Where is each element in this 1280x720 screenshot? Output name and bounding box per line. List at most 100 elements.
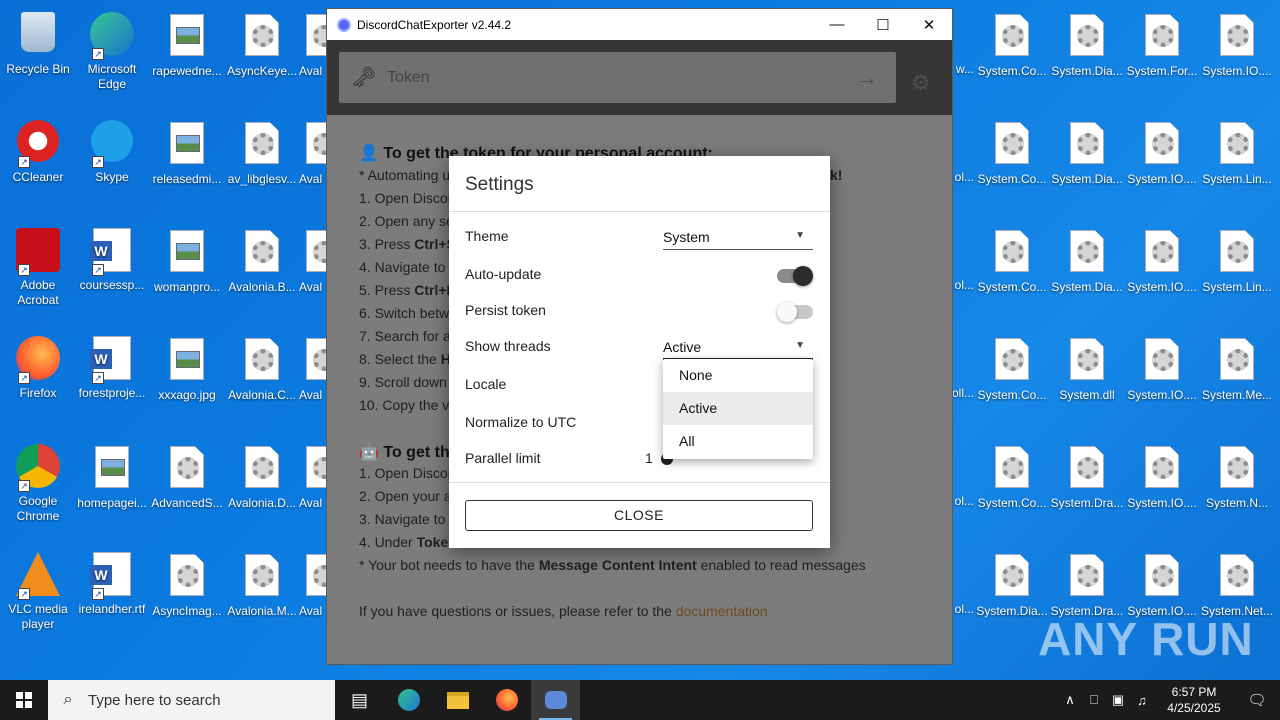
desktop-icon[interactable]: Aval — [299, 116, 327, 187]
desktop-icon[interactable]: System.IO.... — [1124, 440, 1200, 511]
maximize-button[interactable]: ☐ — [860, 9, 906, 40]
toggle-knob — [777, 302, 797, 322]
persist-token-toggle[interactable] — [777, 302, 813, 322]
desktop-icon[interactable]: System.Dia... — [974, 548, 1050, 619]
desktop-icon[interactable]: System.IO.... — [1199, 8, 1275, 79]
task-view-icon[interactable]: ▤ — [335, 680, 384, 720]
start-button[interactable] — [0, 680, 48, 720]
system-file-icon — [1213, 230, 1261, 278]
desktop-icon[interactable]: System.IO.... — [1124, 224, 1200, 295]
desktop-icon[interactable]: ↗ Microsoft Edge — [74, 8, 150, 92]
desktop-icon[interactable]: ↗ Skype — [74, 116, 150, 185]
desktop-icon[interactable]: System.Net... — [1199, 548, 1275, 619]
desktop-icon[interactable]: ↗ VLC media player — [0, 548, 76, 632]
show-threads-select[interactable]: Active ▼ — [663, 334, 813, 360]
desktop-icon[interactable]: rapewedne... — [149, 8, 225, 79]
close-window-button[interactable]: ✕ — [906, 9, 952, 40]
desktop-icon[interactable]: ol... — [952, 440, 974, 509]
desktop-icon[interactable]: System.Lin... — [1199, 224, 1275, 295]
desktop-icon[interactable]: System.Dra... — [1049, 548, 1125, 619]
desktop-icon[interactable]: Aval — [299, 440, 327, 511]
desktop-icon[interactable]: W ↗ irelandher.rtf — [74, 548, 150, 617]
desktop-icon[interactable]: System.IO.... — [1124, 116, 1200, 187]
desktop-icon[interactable]: System.Lin... — [1199, 116, 1275, 187]
desktop-icon[interactable]: w... — [952, 8, 974, 77]
desktop-icon-label: Aval — [299, 280, 323, 294]
desktop-icon[interactable]: System.Co... — [974, 440, 1050, 511]
desktop-icon[interactable]: System.Me... — [1199, 332, 1275, 403]
gear-icon[interactable]: ⚙ — [911, 70, 931, 96]
volume-icon[interactable]: ♫ — [1130, 693, 1154, 708]
desktop-icon[interactable]: System.Dia... — [1049, 224, 1125, 295]
desktop-icon[interactable]: womanpro... — [149, 224, 225, 295]
desktop-icon[interactable]: System.Co... — [974, 8, 1050, 79]
desktop-icon[interactable]: System.N... — [1199, 440, 1275, 511]
desktop-icon[interactable]: ↗ Google Chrome — [0, 440, 76, 524]
desktop-icon[interactable]: System.Dia... — [1049, 116, 1125, 187]
clock[interactable]: 6:57 PM 4/25/2025 — [1154, 684, 1234, 716]
desktop-icon[interactable]: releasedmi... — [149, 116, 225, 187]
token-input[interactable]: 🗝 Token → — [339, 52, 896, 103]
system-tray: ∧ ⎕ ▣ ♫ 6:57 PM 4/25/2025 🗨 — [1058, 680, 1280, 720]
desktop-icon[interactable]: Avalonia.B... — [224, 224, 300, 295]
desktop-icon[interactable]: ↗ Adobe Acrobat — [0, 224, 76, 308]
close-button[interactable]: CLOSE — [465, 500, 813, 531]
desktop-icon[interactable]: System.dll — [1049, 332, 1125, 403]
desktop-icon[interactable]: System.Co... — [974, 332, 1050, 403]
notification-icon[interactable]: 🗨 — [1234, 691, 1280, 709]
desktop-icon[interactable]: Avalonia.M... — [224, 548, 300, 619]
help-text: If you have questions or issues, please … — [359, 603, 768, 619]
desktop-icon[interactable]: AdvancedS... — [149, 440, 225, 511]
edge-taskbar-icon[interactable] — [384, 680, 433, 720]
desktop-icon[interactable]: Aval — [299, 548, 327, 619]
desktop-icon[interactable]: AsyncKeye... — [224, 8, 300, 79]
desktop-icon[interactable]: ol... — [952, 548, 974, 617]
theme-select[interactable]: System ▼ — [663, 224, 813, 250]
desktop-icon[interactable]: System.IO.... — [1124, 548, 1200, 619]
desktop-icon[interactable]: av_libglesv... — [224, 116, 300, 187]
dropdown-option-none[interactable]: None — [663, 359, 813, 392]
arrow-right-icon[interactable]: → — [856, 65, 896, 91]
desktop-icon[interactable]: ol... — [952, 116, 974, 185]
minimize-button[interactable]: — — [814, 9, 860, 40]
dropdown-option-active[interactable]: Active — [663, 392, 813, 425]
desktop-icon[interactable]: Avalonia.D... — [224, 440, 300, 511]
desktop-icon[interactable]: Avalonia.C... — [224, 332, 300, 403]
desktop-icon[interactable]: AsyncImag... — [149, 548, 225, 619]
desktop-icon[interactable]: xxxago.jpg — [149, 332, 225, 403]
desktop-icon[interactable]: System.Dia... — [1049, 8, 1125, 79]
documentation-link[interactable]: documentation — [676, 603, 768, 619]
desktop-icon-label: oll... — [952, 386, 974, 400]
ethernet-icon[interactable]: ▣ — [1106, 692, 1130, 708]
file-explorer-icon[interactable] — [433, 680, 482, 720]
system-file-icon — [238, 230, 286, 278]
desktop-icon[interactable]: Aval — [299, 8, 327, 79]
desktop-icon[interactable]: Recycle Bin — [0, 8, 76, 77]
system-file-icon — [238, 446, 286, 494]
firefox-taskbar-icon[interactable] — [482, 680, 531, 720]
chevron-up-icon[interactable]: ∧ — [1058, 692, 1082, 708]
desktop-icon[interactable]: Aval — [299, 332, 327, 403]
desktop-icon[interactable]: homepagei... — [74, 440, 150, 511]
desktop-icon[interactable]: oll... — [952, 332, 974, 401]
desktop-icon-label: Adobe Acrobat — [17, 278, 59, 307]
desktop-icon[interactable]: ↗ Firefox — [0, 332, 76, 401]
discord-exporter-taskbar-icon[interactable] — [531, 680, 580, 720]
desktop-icon[interactable]: System.IO.... — [1124, 332, 1200, 403]
taskbar-search[interactable]: ⌕ Type here to search — [48, 680, 335, 720]
desktop-icon[interactable]: ol... — [952, 224, 974, 293]
dropdown-option-all[interactable]: All — [663, 425, 813, 458]
system-file-icon — [1138, 122, 1186, 170]
system-file-icon — [1213, 14, 1261, 62]
desktop-icon[interactable]: System.Co... — [974, 116, 1050, 187]
desktop-icon[interactable]: ↗ CCleaner — [0, 116, 76, 185]
desktop-icon[interactable]: System.Co... — [974, 224, 1050, 295]
desktop-icon[interactable]: W ↗ forestproje... — [74, 332, 150, 401]
desktop-icon[interactable]: System.Dra... — [1049, 440, 1125, 511]
network-icon[interactable]: ⎕ — [1082, 692, 1106, 708]
desktop-icon[interactable]: Aval — [299, 224, 327, 295]
autoupdate-toggle[interactable] — [777, 266, 813, 286]
system-file-icon — [988, 14, 1036, 62]
desktop-icon[interactable]: System.For... — [1124, 8, 1200, 79]
desktop-icon[interactable]: W ↗ coursessp... — [74, 224, 150, 293]
